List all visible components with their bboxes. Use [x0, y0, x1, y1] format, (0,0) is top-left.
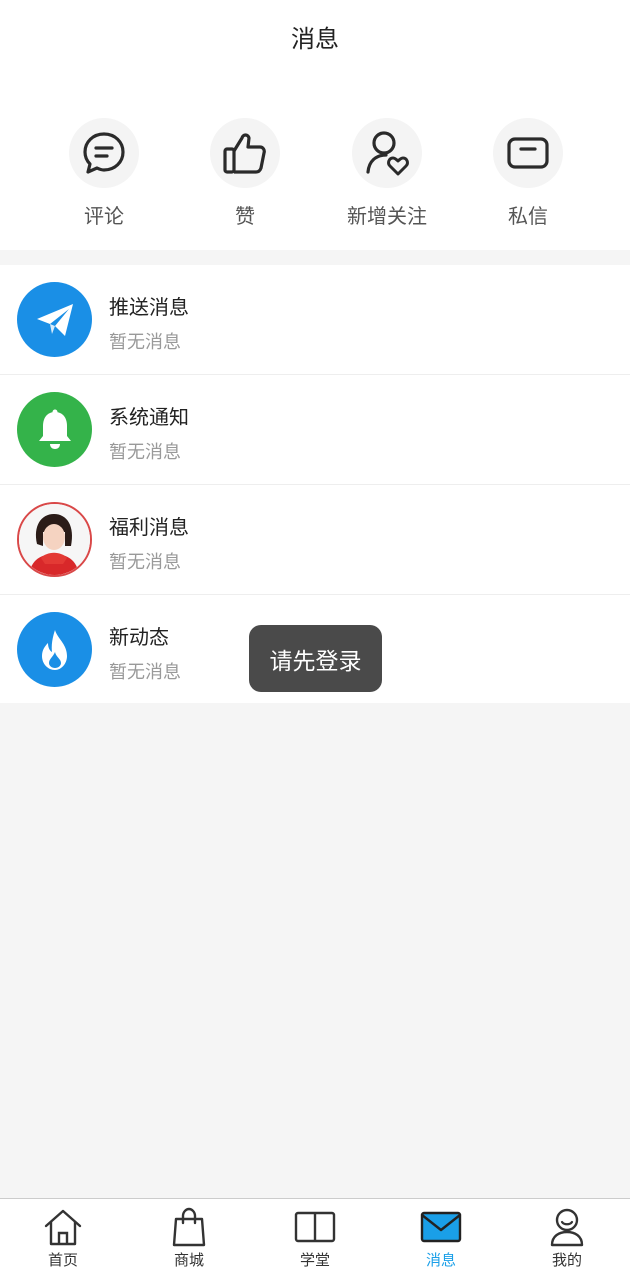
home-icon	[41, 1207, 85, 1247]
message-subtitle: 暂无消息	[109, 662, 181, 683]
page-title: 消息	[291, 24, 339, 53]
thumbs-up-icon	[210, 118, 280, 188]
tab-mine[interactable]: 我的	[504, 1199, 630, 1280]
private-message-icon	[493, 118, 563, 188]
tab-school[interactable]: 学堂	[252, 1199, 378, 1280]
message-title: 系统通知	[109, 405, 189, 429]
bottom-tab-bar: 首页 商城 学堂 消息 我的	[0, 1198, 630, 1280]
list-item-push[interactable]: 推送消息 暂无消息	[0, 265, 630, 375]
quick-action-label: 评论	[84, 204, 124, 228]
quick-action-label: 新增关注	[347, 204, 427, 228]
tab-messages[interactable]: 消息	[378, 1199, 504, 1280]
quick-action-like[interactable]: 赞	[175, 118, 315, 229]
tab-label: 消息	[425, 1251, 456, 1269]
login-toast: 请先登录	[249, 625, 382, 692]
flame-icon	[17, 612, 92, 687]
tab-mall[interactable]: 商城	[126, 1199, 252, 1280]
paper-plane-icon	[17, 282, 92, 357]
tab-label: 我的	[551, 1251, 582, 1269]
new-follower-icon	[352, 118, 422, 188]
shopping-bag-icon	[167, 1207, 211, 1247]
message-subtitle: 暂无消息	[109, 442, 181, 463]
quick-actions: 评论 赞 新增关注 私信	[0, 72, 630, 250]
quick-action-label: 赞	[235, 204, 255, 228]
quick-action-label: 私信	[508, 204, 548, 228]
message-title: 推送消息	[109, 295, 189, 319]
tab-label: 商城	[173, 1251, 204, 1269]
comment-icon	[69, 118, 139, 188]
tab-home[interactable]: 首页	[0, 1199, 126, 1280]
user-icon	[545, 1207, 589, 1247]
welfare-avatar	[17, 502, 92, 577]
quick-action-private-message[interactable]: 私信	[458, 118, 598, 229]
message-subtitle: 暂无消息	[109, 552, 181, 573]
quick-action-new-follower[interactable]: 新增关注	[317, 118, 457, 229]
message-title: 新动态	[109, 625, 169, 649]
bell-icon	[17, 392, 92, 467]
list-item-system[interactable]: 系统通知 暂无消息	[0, 375, 630, 485]
tab-label: 学堂	[299, 1251, 330, 1269]
header-bar: 消息	[0, 0, 630, 72]
book-icon	[293, 1207, 337, 1247]
message-subtitle: 暂无消息	[109, 332, 181, 353]
mail-icon	[419, 1207, 463, 1247]
tab-label: 首页	[47, 1251, 78, 1269]
quick-action-comment[interactable]: 评论	[34, 118, 174, 229]
list-item-welfare[interactable]: 福利消息 暂无消息	[0, 485, 630, 595]
message-title: 福利消息	[109, 515, 189, 539]
